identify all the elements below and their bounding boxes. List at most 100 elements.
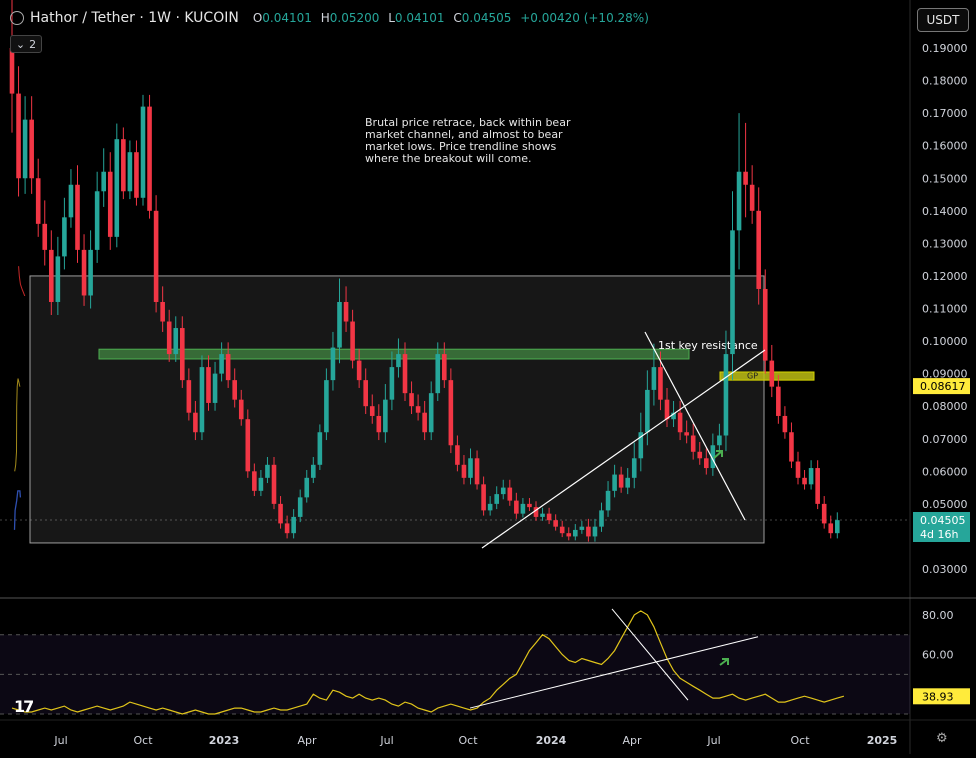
candle-body	[749, 184, 755, 211]
candle-body	[599, 510, 604, 527]
low-label: L	[388, 11, 395, 25]
candle-body	[140, 106, 146, 198]
candle-body	[651, 367, 657, 390]
candle-body	[49, 249, 54, 302]
candle-body	[271, 464, 277, 504]
bear-channel-zone	[29, 275, 765, 544]
candle-body	[173, 328, 179, 355]
tradingview-logo: 17	[14, 697, 34, 716]
candle-body	[835, 520, 840, 534]
price-chart[interactable]: GP 1st key resistance 0.19000 0.18000 0.170…	[0, 0, 976, 754]
candle-body	[127, 152, 133, 192]
candle-body	[337, 301, 342, 348]
price-tick-label: 0.06000	[922, 465, 968, 478]
candle-body	[160, 301, 165, 322]
candle-body	[324, 380, 329, 433]
candle-body	[625, 477, 630, 488]
candle-body	[284, 523, 290, 534]
candle-body	[428, 393, 434, 433]
candle-body	[81, 249, 87, 296]
marker-price-label: 0.08617	[920, 380, 966, 393]
candle-body	[684, 432, 689, 436]
close-value: 0.04505	[461, 11, 512, 25]
candle-body	[75, 184, 80, 250]
settings-gear-icon[interactable]: ⚙	[936, 731, 948, 746]
candle-body	[559, 526, 565, 534]
candle-body	[153, 210, 159, 302]
candle-body	[474, 458, 480, 485]
candle-body	[199, 367, 205, 433]
candle-body	[16, 93, 21, 179]
candle-body	[297, 497, 303, 517]
candle-body	[540, 513, 545, 517]
candle-body	[789, 432, 794, 462]
time-tick-label: Apr	[622, 734, 642, 747]
candle-body	[448, 380, 454, 446]
price-tick-label: 0.17000	[922, 107, 968, 120]
candle-body	[402, 354, 408, 394]
candle-body	[612, 474, 617, 491]
candle-body	[442, 354, 447, 381]
candle-body	[278, 503, 283, 524]
candle-body	[808, 468, 814, 485]
candle-body	[121, 139, 126, 192]
candle-body	[592, 526, 598, 537]
candle-body	[546, 513, 552, 521]
indicators-count: 2	[29, 37, 37, 51]
candle-body	[114, 139, 120, 237]
candle-body	[88, 249, 93, 296]
high-value: 0.05200	[329, 11, 380, 25]
candle-body	[723, 354, 729, 436]
candle-body	[330, 347, 336, 381]
candle-body	[730, 230, 735, 355]
candle-body	[743, 171, 748, 185]
countdown-label: 4d 16h	[920, 528, 958, 541]
change-value: +0.00420 (+10.28%)	[520, 11, 649, 25]
candle-body	[815, 468, 820, 504]
price-tick-label: 0.11000	[922, 303, 968, 316]
gp-label: GP	[747, 371, 758, 380]
candle-body	[762, 288, 768, 361]
price-tick-label: 0.15000	[922, 172, 968, 185]
indicators-toggle-button[interactable]: ⌄ 2	[10, 35, 42, 53]
candle-body	[186, 380, 192, 413]
symbol-title[interactable]: Hathor / Tether · 1W · KUCOIN	[30, 10, 239, 26]
candle-body	[35, 178, 41, 224]
candle-body	[520, 503, 526, 514]
candle-body	[573, 529, 578, 537]
candle-body	[821, 503, 827, 524]
candle-body	[566, 533, 572, 537]
candle-body	[586, 526, 591, 537]
candle-body	[494, 494, 499, 504]
candle-body	[605, 490, 611, 511]
candle-body	[350, 321, 355, 361]
price-tick-label: 0.16000	[922, 140, 968, 153]
candle-body	[193, 412, 198, 433]
rsi-tick-label: 80.00	[922, 609, 954, 622]
candle-body	[9, 48, 15, 94]
high-label: H	[320, 11, 330, 25]
candle-body	[55, 256, 61, 302]
candle-body	[94, 191, 100, 250]
candle-body	[101, 171, 106, 192]
candle-body	[435, 354, 441, 394]
candle-body	[343, 301, 349, 322]
candle-body	[258, 477, 264, 491]
candle-body	[409, 393, 414, 407]
candle-body	[782, 415, 788, 433]
candle-body	[291, 516, 296, 534]
candle-body	[22, 119, 28, 179]
price-tick-label: 0.03000	[922, 563, 968, 576]
candle-body	[756, 210, 761, 289]
time-tick-label: Oct	[790, 734, 810, 747]
price-tick-label: 0.08000	[922, 400, 968, 413]
currency-select[interactable]: USDT	[917, 8, 969, 32]
time-tick-label: Jul	[53, 734, 67, 747]
candle-body	[304, 477, 310, 498]
open-value: 0.04101	[262, 11, 312, 25]
candle-body	[507, 487, 513, 501]
gp-zone	[719, 371, 815, 381]
candle-body	[383, 399, 388, 433]
candle-body	[776, 386, 781, 416]
resistance-zone	[98, 348, 690, 360]
